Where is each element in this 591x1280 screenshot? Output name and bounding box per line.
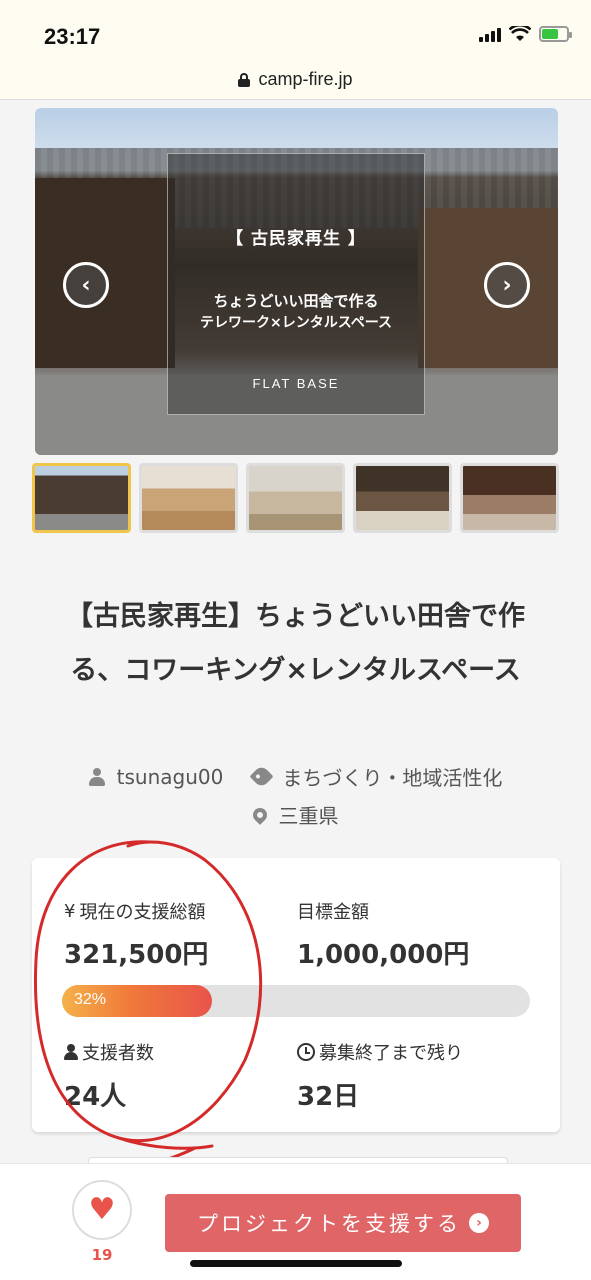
project-location: 三重県 xyxy=(0,800,591,829)
progress-bar: 32% xyxy=(62,985,530,1017)
hero-overlay-panel: 【 古民家再生 】 ちょうどいい田舎で作る テレワーク×レンタルスペース FLA… xyxy=(167,153,425,415)
goal-amount-label: 目標金額 xyxy=(297,902,369,923)
favorite-button[interactable]: ♥ xyxy=(72,1180,132,1240)
user-icon xyxy=(88,767,105,786)
person-icon xyxy=(64,1044,78,1060)
chevron-right-icon: › xyxy=(502,272,512,298)
chevron-left-icon: ‹ xyxy=(81,272,91,298)
thumbnail-strip xyxy=(32,463,560,533)
url-text: camp-fire.jp xyxy=(258,69,353,89)
remaining-value: 32日 xyxy=(297,1082,360,1112)
owner-name: tsunagu00 xyxy=(116,764,224,789)
project-title: 【古民家再生】ちょうどいい田舎で作る、コワーキング×レンタルスペース xyxy=(66,601,525,686)
location-name: 三重県 xyxy=(278,804,339,828)
progress-percent: 32% xyxy=(74,991,107,1008)
favorite-count: 19 xyxy=(91,1246,113,1264)
clock-icon xyxy=(297,1043,315,1061)
category-name: まちづくり・地域活性化 xyxy=(282,766,503,790)
current-amount-label: ¥ 現在の支援総額 xyxy=(64,900,206,924)
status-icons xyxy=(479,26,572,42)
hero-logo: FLAT BASE xyxy=(252,376,340,391)
category-link[interactable]: まちづくり・地域活性化 xyxy=(249,762,503,791)
hero-image[interactable]: 【 古民家再生 】 ちょうどいい田舎で作る テレワーク×レンタルスペース FLA… xyxy=(35,108,558,455)
carousel-next-button[interactable]: › xyxy=(484,262,530,308)
location-link[interactable]: 三重県 xyxy=(249,800,339,829)
home-indicator xyxy=(190,1260,402,1267)
wifi-icon xyxy=(509,26,531,41)
tag-icon xyxy=(249,764,274,789)
goal-amount-value: 1,000,000円 xyxy=(297,940,470,970)
current-amount-value: 321,500円 xyxy=(64,940,209,970)
thumbnail-3[interactable] xyxy=(246,463,345,533)
yen-icon: ¥ xyxy=(64,900,76,922)
progress-fill: 32% xyxy=(62,985,212,1017)
hero-line2: テレワーク×レンタルスペース xyxy=(199,315,393,331)
backers-label: 支援者数 xyxy=(64,1039,154,1065)
thumbnail-4[interactable] xyxy=(353,463,452,533)
owner-link[interactable]: tsunagu00 xyxy=(88,762,224,791)
url-bar[interactable]: camp-fire.jp xyxy=(0,60,591,100)
support-project-button[interactable]: プロジェクトを支援する › xyxy=(165,1194,521,1252)
hero-tag: 【 古民家再生 】 xyxy=(226,229,366,249)
support-button-label: プロジェクトを支援する xyxy=(197,1212,461,1236)
battery-icon xyxy=(539,26,572,42)
heart-icon: ♥ xyxy=(88,1192,116,1227)
lock-icon xyxy=(238,72,251,87)
circle-arrow-icon: › xyxy=(469,1213,489,1233)
thumbnail-2[interactable] xyxy=(139,463,238,533)
status-bar: 23:17 xyxy=(0,0,591,60)
thumbnail-5[interactable] xyxy=(460,463,559,533)
status-time: 23:17 xyxy=(44,24,101,49)
pin-icon xyxy=(249,804,270,825)
backers-value: 24人 xyxy=(64,1082,127,1112)
thumbnail-1[interactable] xyxy=(32,463,131,533)
carousel-prev-button[interactable]: ‹ xyxy=(63,262,109,308)
hero-line1: ちょうどいい田舎で作る xyxy=(213,292,379,310)
remaining-label: 募集終了まで残り xyxy=(297,1039,463,1065)
project-meta: tsunagu00 まちづくり・地域活性化 xyxy=(0,762,591,791)
funding-stats-card: ¥ 現在の支援総額 321,500円 目標金額 1,000,000円 32% 支… xyxy=(32,858,560,1132)
signal-icon xyxy=(479,26,501,42)
